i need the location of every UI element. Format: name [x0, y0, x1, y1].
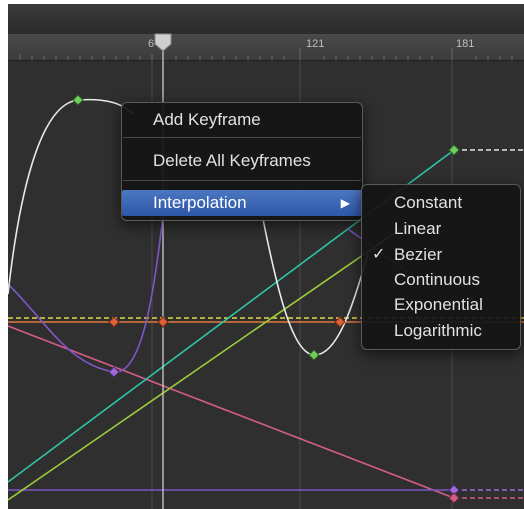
menu-separator	[123, 180, 361, 181]
context-menu: Add Keyframe Delete All Keyframes Interp…	[121, 102, 363, 221]
menu-item-interpolation[interactable]: Interpolation ▶	[122, 190, 362, 216]
submenu-item-logarithmic[interactable]: Logarithmic	[362, 318, 520, 343]
ruler-ticks	[19, 48, 513, 60]
submenu-item-label: Bezier	[394, 245, 443, 264]
interpolation-submenu: Constant Linear ✓ Bezier Continuous Expo…	[361, 184, 521, 350]
menu-item-label: Delete All Keyframes	[153, 151, 311, 170]
menu-item-add-keyframe[interactable]: Add Keyframe	[122, 107, 362, 133]
submenu-item-exponential[interactable]: Exponential	[362, 292, 520, 317]
keyframe-marker	[157, 316, 169, 328]
keyframe-marker	[108, 316, 120, 328]
submenu-item-linear[interactable]: Linear	[362, 216, 520, 241]
submenu-arrow-icon: ▶	[340, 196, 350, 210]
submenu-item-constant[interactable]: Constant	[362, 190, 520, 215]
submenu-item-label: Logarithmic	[394, 321, 482, 340]
submenu-item-bezier[interactable]: ✓ Bezier	[362, 242, 520, 267]
playhead-handle[interactable]	[154, 33, 172, 52]
keyframe-marker	[308, 349, 320, 361]
submenu-item-label: Linear	[394, 219, 442, 238]
submenu-item-label: Continuous	[394, 270, 481, 289]
yellow-green-curve[interactable]	[8, 223, 409, 501]
menu-item-delete-all-keyframes[interactable]: Delete All Keyframes	[122, 148, 362, 174]
menu-item-label: Add Keyframe	[153, 110, 261, 129]
submenu-item-continuous[interactable]: Continuous	[362, 267, 520, 292]
keyframe-marker	[72, 94, 84, 106]
keyframe-marker	[448, 492, 460, 504]
submenu-item-label: Exponential	[394, 295, 483, 314]
checkmark-icon: ✓	[372, 246, 386, 263]
white-curve[interactable]	[8, 98, 134, 295]
submenu-item-label: Constant	[394, 193, 463, 212]
menu-separator	[123, 137, 361, 138]
pink-curve[interactable]	[8, 325, 455, 499]
menu-item-label: Interpolation	[153, 193, 247, 212]
